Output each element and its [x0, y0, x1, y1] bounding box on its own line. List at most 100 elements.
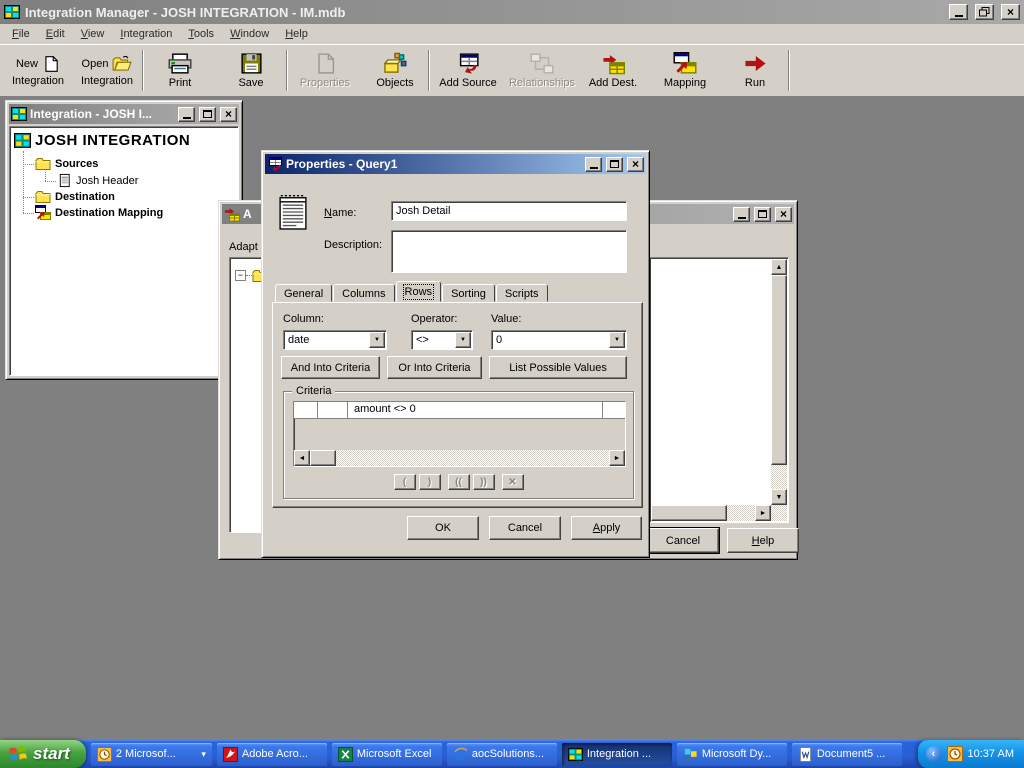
tab-scripts[interactable]: Scripts	[496, 284, 548, 302]
tree-item-sources[interactable]: Sources	[55, 158, 98, 170]
tab-columns[interactable]: Columns	[333, 284, 394, 302]
vertical-scrollbar[interactable]: ▲ ▼	[771, 259, 787, 505]
criteria-horizontal-scrollbar[interactable]: ◄ ►	[294, 450, 625, 466]
tree-root-josh-integration[interactable]: JOSH INTEGRATION	[35, 132, 190, 149]
add-source-button[interactable]: Add Source	[430, 45, 506, 96]
integration-window-title-bar[interactable]: Integration - JOSH I... ×	[9, 104, 239, 124]
criteria-cell[interactable]	[318, 402, 348, 418]
adapter-cancel-button[interactable]: Cancel	[647, 528, 719, 553]
criteria-row[interactable]: amount <> 0	[294, 402, 625, 419]
column-select[interactable]: date ▼	[283, 330, 387, 350]
run-button[interactable]: Run	[722, 45, 788, 96]
apply-button[interactable]: Apply	[571, 516, 642, 540]
scroll-right-icon[interactable]: ►	[609, 450, 625, 466]
tab-general[interactable]: General	[275, 284, 332, 302]
maximize-button[interactable]	[606, 157, 623, 172]
minimize-button[interactable]	[178, 107, 195, 122]
taskbar-item-aocsolutions[interactable]: aocSolutions...	[447, 743, 557, 766]
list-possible-values-label: List Possible Values	[509, 362, 607, 374]
ok-button[interactable]: OK	[407, 516, 479, 540]
tab-sorting[interactable]: Sorting	[442, 284, 495, 302]
remove-paren-button[interactable]: ✕	[502, 474, 524, 490]
criteria-cell[interactable]	[294, 402, 318, 418]
menu-window[interactable]: Window	[222, 25, 277, 43]
cancel-button[interactable]: Cancel	[489, 516, 561, 540]
menu-file[interactable]: File	[4, 25, 38, 43]
tree-connector	[23, 213, 34, 214]
scroll-right-icon[interactable]: ►	[755, 505, 771, 521]
double-open-paren-button[interactable]: ((	[448, 474, 470, 490]
operator-select[interactable]: <> ▼	[411, 330, 473, 350]
minimize-button[interactable]	[585, 157, 602, 172]
close-button[interactable]: ×	[1001, 4, 1020, 20]
tree-item-destination[interactable]: Destination	[55, 191, 115, 203]
menu-tools[interactable]: Tools	[180, 25, 222, 43]
start-button[interactable]: start	[0, 740, 86, 768]
open-integration-button[interactable]: Open Integration	[72, 45, 142, 96]
dropdown-arrow-icon[interactable]: ▼	[609, 332, 625, 348]
close-button[interactable]: ×	[220, 107, 237, 122]
scroll-down-icon[interactable]: ▼	[771, 489, 787, 505]
menu-integration[interactable]: Integration	[112, 25, 180, 43]
scrollbar-thumb[interactable]	[771, 275, 787, 465]
maximize-button[interactable]	[754, 207, 771, 222]
scrollbar-thumb[interactable]	[651, 505, 727, 521]
menu-edit[interactable]: Edit	[38, 25, 73, 43]
value-select[interactable]: 0 ▼	[491, 330, 627, 350]
criteria-cell[interactable]	[603, 402, 625, 418]
taskbar-item-excel[interactable]: Microsoft Excel	[332, 743, 442, 766]
menu-help[interactable]: Help	[277, 25, 316, 43]
dropdown-arrow-icon[interactable]: ▼	[369, 332, 385, 348]
tray-chevron-icon[interactable]: ‹	[926, 746, 942, 762]
open-paren-button[interactable]: (	[394, 474, 416, 490]
taskbar-item-word[interactable]: Document5 ...	[792, 743, 902, 766]
new-integration-button[interactable]: New Integration	[4, 45, 72, 96]
add-dest-button[interactable]: Add Dest.	[578, 45, 648, 96]
double-close-paren-button[interactable]: ))	[473, 474, 495, 490]
adapter-help-button[interactable]: Help	[727, 528, 799, 553]
properties-dialog-title-bar[interactable]: Properties - Query1 ×	[265, 154, 646, 174]
criteria-expression[interactable]: amount <> 0	[348, 402, 603, 418]
tree-collapse-icon[interactable]: −	[235, 270, 246, 281]
print-button[interactable]: Print	[144, 45, 216, 96]
scroll-up-icon[interactable]: ▲	[771, 259, 787, 275]
minimize-button[interactable]	[733, 207, 750, 222]
dropdown-arrow-icon[interactable]: ▼	[455, 332, 471, 348]
tab-strip: General Columns Rows Sorting Scripts	[275, 284, 549, 302]
close-paren-button[interactable]: )	[419, 474, 441, 490]
maximize-button[interactable]	[199, 107, 216, 122]
taskbar-group-microsoft[interactable]: 2 Microsof... ▾	[91, 743, 212, 766]
new-integration-label-1: New	[16, 58, 38, 70]
mapping-button[interactable]: Mapping	[648, 45, 722, 96]
scrollbar-track[interactable]	[336, 450, 609, 466]
taskbar-item-acrobat[interactable]: Adobe Acro...	[217, 743, 327, 766]
tree-item-destination-mapping[interactable]: Destination Mapping	[55, 207, 163, 219]
horizontal-scrollbar[interactable]: ►	[651, 505, 771, 521]
tree-item-josh-header[interactable]: Josh Header	[76, 175, 138, 187]
scrollbar-track[interactable]	[727, 505, 755, 521]
close-button[interactable]: ×	[775, 207, 792, 222]
group-arrow-icon[interactable]: ▾	[201, 749, 206, 760]
restore-button[interactable]	[975, 4, 994, 20]
taskbar-item-integration[interactable]: Integration ...	[562, 743, 672, 766]
scroll-left-icon[interactable]: ◄	[294, 450, 310, 466]
add-dest-icon	[602, 52, 625, 75]
scrollbar-thumb[interactable]	[310, 450, 336, 466]
menu-view[interactable]: View	[73, 25, 113, 43]
print-label: Print	[169, 77, 192, 89]
name-input[interactable]	[391, 201, 627, 221]
objects-button[interactable]: Objects	[362, 45, 428, 96]
tree-connector	[45, 172, 46, 181]
or-into-criteria-button[interactable]: Or Into Criteria	[387, 356, 482, 379]
list-possible-values-button[interactable]: List Possible Values	[489, 356, 627, 379]
main-title-bar[interactable]: Integration Manager - JOSH INTEGRATION -…	[0, 0, 1024, 24]
minimize-button[interactable]	[949, 4, 968, 20]
save-button[interactable]: Save	[216, 45, 286, 96]
and-into-criteria-button[interactable]: And Into Criteria	[281, 356, 380, 379]
taskbar-item-dynamics[interactable]: Microsoft Dy...	[677, 743, 787, 766]
tab-rows[interactable]: Rows	[396, 281, 442, 302]
description-input[interactable]	[391, 230, 627, 273]
close-button[interactable]: ×	[627, 157, 644, 172]
scrollbar-track[interactable]	[771, 465, 787, 489]
tray-clock-icon[interactable]	[947, 746, 963, 762]
